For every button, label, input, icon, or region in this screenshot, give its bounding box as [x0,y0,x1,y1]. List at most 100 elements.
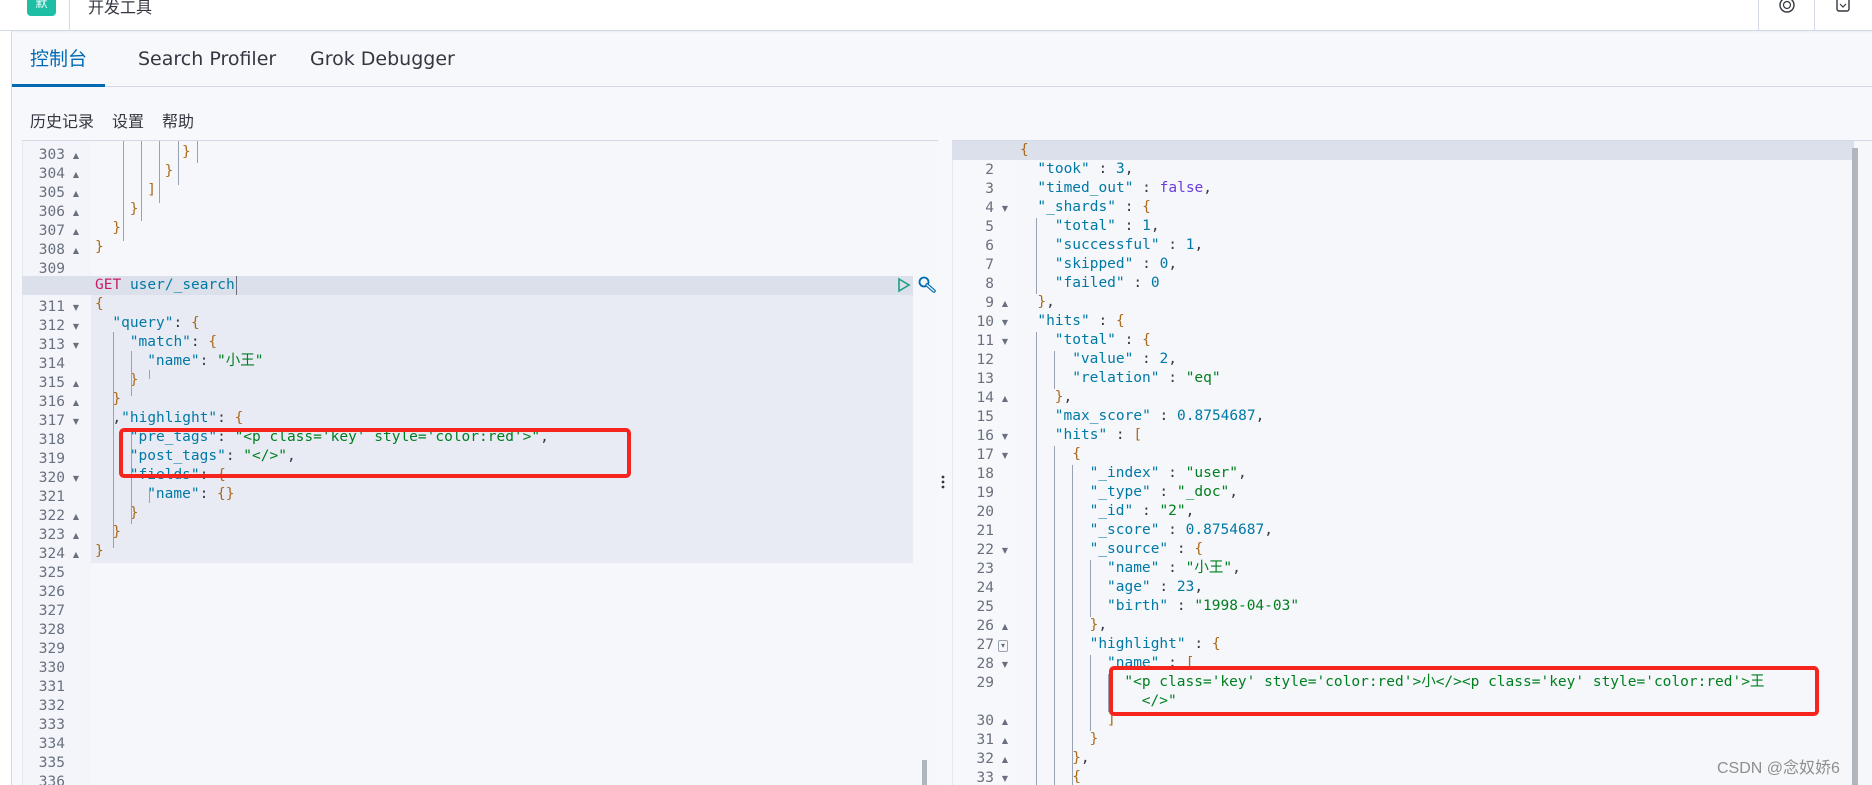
tab-grok-debugger[interactable]: Grok Debugger [292,31,473,87]
tab-search-profiler[interactable]: Search Profiler [120,31,294,87]
fold-up-icon[interactable]: ▲ [73,393,79,412]
token: "highlight" [121,410,218,426]
fold-up-icon[interactable]: ▲ [73,203,79,222]
token: "match" [129,334,191,350]
token: "name" [1107,655,1160,671]
newsfeed-button[interactable] [1814,0,1870,31]
code-line: { [1020,141,1029,160]
token: : [1124,275,1151,291]
token: 0.8754687 [1185,522,1265,538]
token: </>" [1141,693,1177,709]
token: 1 [1185,237,1195,253]
fold-down-icon[interactable]: ▼ [73,336,79,355]
fold-down-icon[interactable]: ▼ [1002,655,1008,674]
token: 3 [1115,161,1125,177]
indent-guide [1108,674,1109,712]
code-line: </>" [1142,692,1177,711]
indent-guide [178,141,179,185]
token: : [217,429,235,445]
request-options-button[interactable] [917,275,937,299]
token: , [1203,180,1213,196]
request-scrollbar[interactable] [922,760,927,785]
res-line-number: 19 [976,485,994,501]
fold-up-icon[interactable]: ▲ [1002,712,1008,731]
code-line: "name": {} [147,485,234,504]
fold-up-icon[interactable]: ▲ [73,165,79,184]
indent-guide [1036,332,1037,785]
token: : [190,334,209,350]
fold-down-icon[interactable]: ▼ [1002,427,1008,446]
run-button[interactable] [897,277,911,297]
token: "failed" [1054,275,1125,291]
response-scrollbar[interactable] [1852,148,1858,785]
fold-up-icon[interactable]: ▲ [1002,731,1008,750]
code-line: } [112,219,121,238]
fold-down-icon[interactable]: ▼ [1002,313,1008,332]
token: [ [1133,427,1143,443]
token: { [1194,541,1204,557]
token: "eq" [1185,370,1221,386]
fold-up-icon[interactable]: ▲ [1002,617,1008,636]
fold-up-icon[interactable]: ▲ [73,222,79,241]
settings-link[interactable]: 设置 [112,108,144,132]
wrench-icon [918,276,936,293]
fold-up-icon[interactable]: ▲ [73,545,79,564]
fold-up-icon[interactable]: ▲ [1002,294,1008,313]
fold-down-icon[interactable]: ▼ [1002,332,1008,351]
help-button[interactable] [1758,0,1814,31]
request-content[interactable]: }}]}}} GET user/_search{"query": {"match"… [22,141,938,785]
token: 23 [1176,579,1195,595]
fold-down-icon[interactable]: ▼ [1002,446,1008,465]
indent-guide [1090,560,1091,617]
token: : [199,353,218,369]
fold-up-icon[interactable]: ▲ [73,184,79,203]
fold-up-icon[interactable]: ▲ [73,146,79,165]
req-line-number: 304 [38,166,65,182]
help-link[interactable]: 帮助 [162,108,194,132]
code-line: "name" : [ [1107,654,1194,673]
fold-up-icon[interactable]: ▲ [73,374,79,393]
indent-guide [123,141,124,241]
token: { [217,467,226,483]
res-line-number: 24 [976,580,994,596]
req-line-number: 321 [38,489,65,505]
fold-down-icon[interactable]: ▼ [73,469,79,488]
space-avatar[interactable]: 默 [27,0,56,16]
token: , [1194,579,1204,595]
drag-handle-icon [941,475,945,489]
fold-down-icon[interactable]: ▼ [73,317,79,336]
code-line: "hits" : [ [1055,426,1142,445]
fold-up-icon[interactable]: ▲ [73,241,79,260]
request-editor[interactable]: 303▲304▲305▲306▲307▲308▲309310311▼312▼31… [22,140,938,785]
fold-down-icon[interactable]: ▼ [1002,769,1008,785]
fold-down-icon[interactable]: ▼ [1002,199,1008,218]
token: "max_score" [1054,408,1151,424]
fold-up-icon[interactable]: ▲ [73,526,79,545]
res-line-number: 15 [976,409,994,425]
req-line-number: 330 [38,660,65,676]
request-gutter: 303▲304▲305▲306▲307▲308▲309310311▼312▼31… [22,141,91,785]
req-line-number: 313 [38,337,65,353]
fold-up-icon[interactable]: ▲ [73,507,79,526]
tab-console[interactable]: 控制台 [12,31,106,87]
token: "2" [1159,503,1186,519]
res-line-number: 31 [976,732,994,748]
res-line-number: 5 [985,219,994,235]
fold-down-icon[interactable]: ▼ [1002,541,1008,560]
token: ] [1107,712,1116,728]
fold-toggle-icon[interactable]: ▾ [998,636,1008,655]
fold-down-icon[interactable]: ▼ [73,298,79,317]
fold-up-icon[interactable]: ▲ [1002,389,1008,408]
res-line-number: 16 [976,428,994,444]
res-line-number: 11 [976,333,994,349]
fold-down-icon[interactable]: ▼ [73,412,79,431]
fold-up-icon[interactable]: ▲ [1002,750,1008,769]
panel-resizer[interactable] [938,140,952,785]
response-content[interactable]: {"took" : 3, "timed_out" : false, "_shards… [952,141,1872,785]
req-line-number: 318 [38,432,65,448]
req-line-number: 327 [38,603,65,619]
token: "_score" [1089,522,1160,538]
history-link[interactable]: 历史记录 [30,108,94,132]
response-editor[interactable]: 1▼234▼56789▲10▼11▼121314▲1516▼17▼1819202… [952,140,1872,785]
token: : [1159,655,1186,671]
